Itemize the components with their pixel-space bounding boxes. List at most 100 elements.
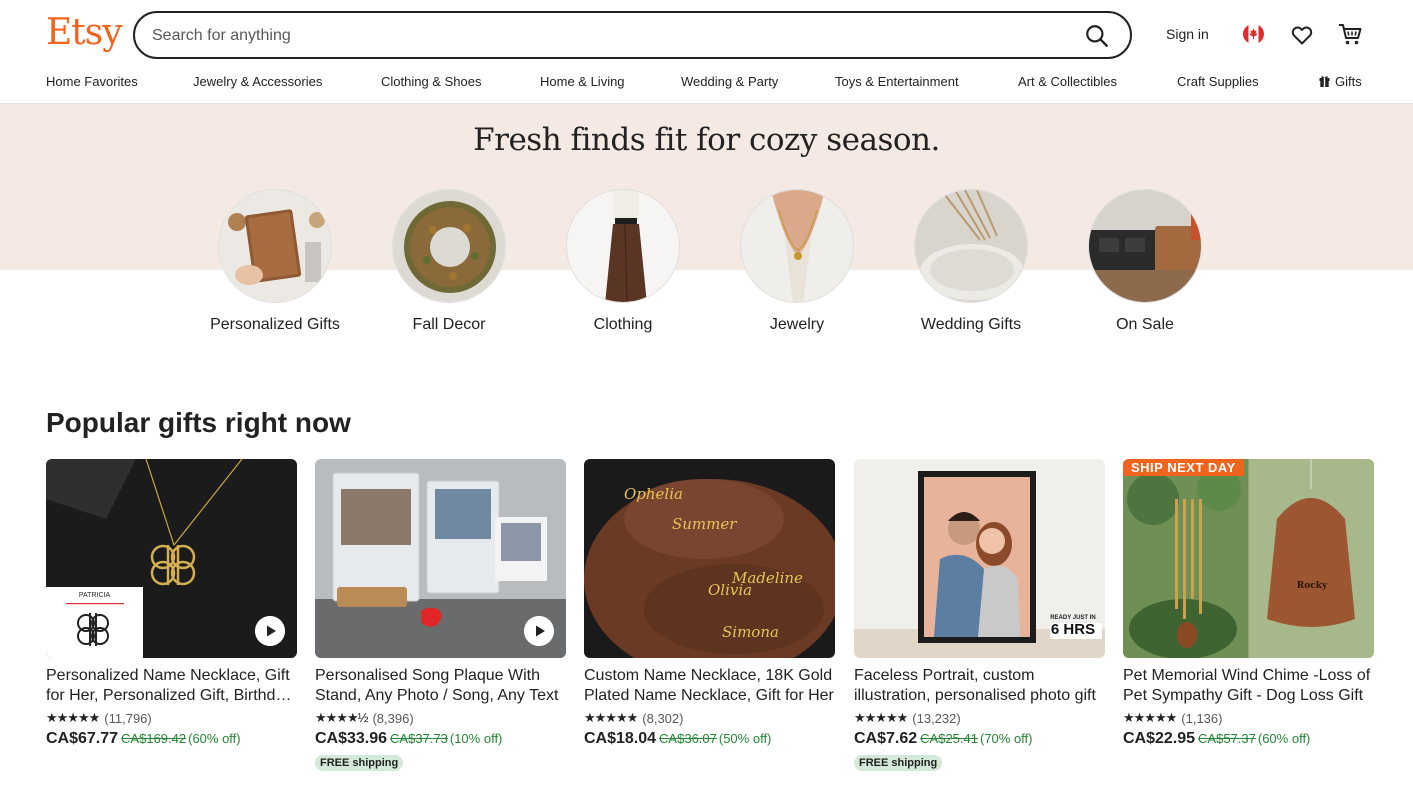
listing-title[interactable]: Pet Memorial Wind Chime -Loss of Pet Sym… (1123, 666, 1374, 706)
nav-toys-entertainment[interactable]: Toys & Entertainment (835, 74, 959, 89)
category-personalized-gifts[interactable]: Personalized Gifts (210, 189, 340, 335)
listing-rating: ★★★★★ (13,232) (854, 709, 1105, 727)
play-icon[interactable] (524, 616, 554, 646)
star-rating-icon: ★★★★★ (1123, 710, 1177, 725)
nav-clothing-shoes[interactable]: Clothing & Shoes (381, 74, 481, 89)
category-jewelry[interactable]: Jewelry (740, 189, 854, 335)
sale-price: CA$33.96 (315, 730, 388, 747)
listing-image[interactable]: PATRICIA (46, 459, 297, 658)
price-row: CA$7.62 CA$25.41 (70% off) (854, 730, 1105, 750)
nav-craft-supplies[interactable]: Craft Supplies (1177, 74, 1259, 89)
thumbnail-caption: PATRICIA (78, 592, 111, 599)
original-price: CA$25.41 (920, 731, 978, 746)
category-image (1088, 189, 1202, 303)
nav-gifts[interactable]: Gifts (1319, 74, 1362, 89)
name-tag-olivia: Olivia (708, 581, 752, 599)
price-row: CA$18.04 CA$36.07 (50% off) (584, 730, 835, 750)
listing-card[interactable]: Rocky SHIP NEXT DAY Pet Memorial Wind Ch… (1123, 459, 1374, 750)
listing-title[interactable]: Personalised Song Plaque With Stand, Any… (315, 666, 566, 706)
cart-icon[interactable] (1337, 21, 1363, 47)
discount-percent: (60% off) (1257, 731, 1311, 746)
ship-next-day-badge: SHIP NEXT DAY (1123, 459, 1244, 476)
category-label: On Sale (1116, 316, 1174, 333)
nav-art-collectibles[interactable]: Art & Collectibles (1018, 74, 1117, 89)
star-rating-icon: ★★★★★ (46, 710, 100, 725)
nav-gifts-label: Gifts (1335, 74, 1362, 89)
category-label: Wedding Gifts (920, 316, 1022, 333)
nav-wedding-party[interactable]: Wedding & Party (681, 74, 778, 89)
listing-card[interactable]: READY JUST IN 6 HRS Faceless Portrait, c… (854, 459, 1105, 771)
discount-percent: (60% off) (188, 731, 241, 746)
listing-title[interactable]: Custom Name Necklace, 18K Gold Plated Na… (584, 666, 835, 706)
listing-card[interactable]: PATRICIA Personalized Name Necklace, Gif… (46, 459, 297, 750)
category-label: Personalized Gifts (210, 316, 340, 333)
review-count: (8,302) (642, 710, 684, 726)
review-count: (13,232) (912, 710, 961, 726)
free-shipping-badge: FREE shipping (315, 755, 404, 771)
site-header: Etsy Sign in Home Favorites Jewelry & Ac… (0, 0, 1413, 104)
category-clothing[interactable]: Clothing (566, 189, 680, 335)
listing-rating: ★★★★★ (8,302) (584, 709, 835, 727)
listing-card[interactable]: Ophelia Summer Madeline Olivia Simona Cu… (584, 459, 835, 750)
listing-card[interactable]: Personalised Song Plaque With Stand, Any… (315, 459, 566, 771)
listing-image[interactable]: READY JUST IN 6 HRS (854, 459, 1105, 658)
star-rating-icon: ★★★★½ (315, 710, 368, 725)
category-fall-decor[interactable]: Fall Decor (392, 189, 506, 335)
listing-rating: ★★★★★ (11,796) (46, 709, 297, 727)
listing-rating: ★★★★★ (1,136) (1123, 709, 1374, 727)
original-price: CA$169.42 (121, 731, 187, 746)
nav-home-living[interactable]: Home & Living (540, 74, 625, 89)
sale-price: CA$22.95 (1123, 730, 1196, 747)
original-price: CA$36.07 (659, 731, 717, 746)
listing-rating: ★★★★½ (8,396) (315, 709, 566, 727)
listing-image[interactable]: Rocky SHIP NEXT DAY (1123, 459, 1374, 658)
category-label: Clothing (593, 316, 653, 333)
play-icon[interactable] (255, 616, 285, 646)
name-tag-summer: Summer (672, 515, 737, 533)
nav-home-favorites[interactable]: Home Favorites (46, 74, 138, 89)
review-count: (8,396) (372, 710, 414, 726)
sale-price: CA$18.04 (584, 730, 657, 747)
nav-jewelry-accessories[interactable]: Jewelry & Accessories (193, 74, 322, 89)
sign-in-link[interactable]: Sign in (1166, 26, 1209, 42)
search-input[interactable] (152, 23, 1052, 49)
review-count: (1,136) (1181, 710, 1223, 726)
listing-title[interactable]: Faceless Portrait, custom illustration, … (854, 666, 1105, 706)
heart-icon[interactable] (1290, 23, 1314, 47)
section-title: Popular gifts right now (46, 407, 351, 438)
hero-title: Fresh finds fit for cozy season. (473, 122, 940, 158)
category-image (392, 189, 506, 303)
gift-icon (1319, 76, 1330, 87)
original-price: CA$37.73 (390, 731, 448, 746)
category-nav: Home Favorites Jewelry & Accessories Clo… (0, 74, 1413, 94)
category-label: Fall Decor (412, 316, 486, 333)
etsy-logo[interactable]: Etsy (46, 12, 123, 53)
price-row: CA$67.77 CA$169.42 (60% off) (46, 730, 297, 750)
star-rating-icon: ★★★★★ (854, 710, 908, 725)
category-on-sale[interactable]: On Sale (1088, 189, 1202, 335)
listing-title[interactable]: Personalized Name Necklace, Gift for Her… (46, 666, 297, 706)
original-price: CA$57.37 (1198, 731, 1256, 746)
promo-hours: 6 HRS (1050, 621, 1096, 638)
category-image (914, 189, 1028, 303)
free-shipping-badge: FREE shipping (854, 755, 943, 771)
discount-percent: (10% off) (449, 731, 503, 746)
name-tag-simona: Simona (722, 623, 779, 641)
sale-price: CA$7.62 (854, 730, 918, 747)
price-row: CA$22.95 CA$57.37 (60% off) (1123, 730, 1374, 750)
discount-percent: (50% off) (718, 731, 772, 746)
canada-flag-icon[interactable] (1243, 24, 1264, 44)
category-label: Jewelry (769, 316, 825, 333)
search-icon[interactable] (1084, 23, 1110, 49)
category-wedding-gifts[interactable]: Wedding Gifts (914, 189, 1028, 335)
star-rating-icon: ★★★★★ (584, 710, 638, 725)
sale-price: CA$67.77 (46, 730, 119, 747)
listing-image[interactable] (315, 459, 566, 658)
discount-percent: (70% off) (979, 731, 1033, 746)
category-image (566, 189, 680, 303)
chime-engraving: Rocky (1296, 581, 1328, 591)
search-bar[interactable] (133, 11, 1132, 59)
category-image (218, 189, 332, 303)
review-count: (11,796) (104, 710, 152, 726)
listing-image[interactable]: Ophelia Summer Madeline Olivia Simona (584, 459, 835, 658)
